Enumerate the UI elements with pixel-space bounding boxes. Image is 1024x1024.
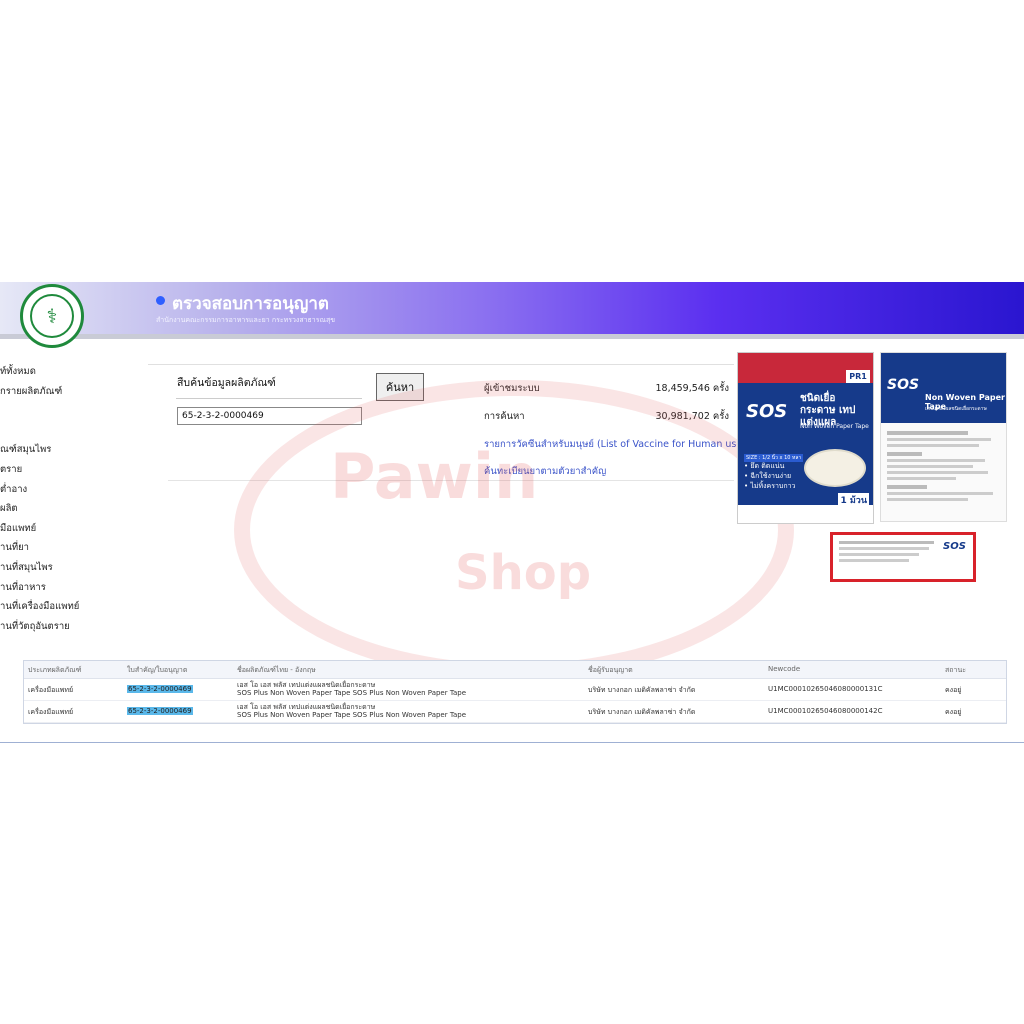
sidebar-item[interactable]: านที่ยา <box>0 540 140 560</box>
box-bottom <box>738 505 873 523</box>
content-divider <box>148 364 734 365</box>
watermark-oval <box>234 380 794 680</box>
ministry-logo-icon[interactable]: ⚕ <box>20 284 84 348</box>
newcode-cell: U1MC00010265046080000131C <box>768 685 883 693</box>
product-thai-name: เทปแต่งแผลชนิดเยื่อกระดาษ <box>925 406 987 412</box>
roll-count: 1 ม้วน <box>838 493 869 507</box>
newcode-cell: U1MC00010265046080000142C <box>768 707 883 715</box>
search-label: สืบค้นข้อมูลผลิตภัณฑ์ <box>177 377 276 389</box>
product-code-badge: PR1 <box>846 370 870 383</box>
column-header[interactable]: สถานะ <box>945 665 966 676</box>
column-header[interactable]: ใบสำคัญ/ใบอนุญาต <box>127 665 187 676</box>
sidebar-item[interactable]: ต่ำอาง <box>0 482 140 502</box>
header-divider <box>0 334 1024 339</box>
product-name-en-cell: SOS Plus Non Woven Paper Tape SOS Plus N… <box>237 689 467 697</box>
brand-logo: SOS <box>887 377 920 393</box>
box-fine-print <box>887 431 1002 504</box>
brand-logo: SOS <box>943 541 966 552</box>
sidebar-menu: ท์ทั้งหมด กรายผลิตภัณฑ์ ณฑ์สมุนไพร ตราย … <box>0 364 140 638</box>
sidebar-item[interactable]: านที่เครื่องมือแพทย์ <box>0 599 140 619</box>
watermark-text: Pawin <box>330 440 539 513</box>
sidebar-item[interactable]: ตราย <box>0 462 140 482</box>
product-box-side-image: SOS <box>830 532 976 582</box>
licensee-cell: บริษัท บางกอก เมดิคัลพลาซ่า จำกัด <box>588 708 696 716</box>
license-number-cell[interactable]: 65-2-3-2-0000469 <box>127 685 193 693</box>
license-number-cell[interactable]: 65-2-3-2-0000469 <box>127 707 193 715</box>
status-cell: คงอยู่ <box>945 686 962 694</box>
column-header[interactable]: ชื่อผลิตภัณฑ์ไทย - อังกฤษ <box>237 665 316 676</box>
page-subtitle: สำนักงานคณะกรรมการอาหารและยา กระทรวงสาธา… <box>156 316 336 324</box>
visitors-value: 18,459,546 ครั้ง <box>655 383 729 394</box>
caduceus-icon: ⚕ <box>30 294 74 338</box>
sidebar-item[interactable]: ณฑ์สมุนไพร <box>0 442 140 462</box>
results-table: ประเภทผลิตภัณฑ์ ใบสำคัญ/ใบอนุญาต ชื่อผลิ… <box>23 660 1007 724</box>
product-english-name: Non Woven Paper Tape <box>800 423 869 430</box>
sidebar-item[interactable]: มือแพทย์ <box>0 521 140 541</box>
product-name-en-cell: SOS Plus Non Woven Paper Tape SOS Plus N… <box>237 711 467 719</box>
sidebar-item[interactable] <box>0 403 140 423</box>
sidebar-item[interactable]: ท์ทั้งหมด <box>0 364 140 384</box>
brand-logo: SOS <box>746 401 788 422</box>
column-header[interactable]: Newcode <box>768 665 800 673</box>
table-row[interactable]: เครื่องมือแพทย์ 65-2-3-2-0000469 เอส โอ … <box>24 700 1006 723</box>
sidebar-item[interactable]: กรายผลิตภัณฑ์ <box>0 384 140 404</box>
box-side-fine-print <box>839 541 939 565</box>
table-header: ประเภทผลิตภัณฑ์ ใบสำคัญ/ใบอนุญาต ชื่อผลิ… <box>24 661 1006 679</box>
page-title: ตรวจสอบการอนุญาต <box>172 294 329 314</box>
sidebar-item[interactable] <box>0 423 140 443</box>
sidebar-item[interactable]: านที่อาหาร <box>0 580 140 600</box>
column-header[interactable]: ชื่อผู้รับอนุญาต <box>588 665 633 676</box>
search-label-underline <box>176 398 362 399</box>
licensee-cell: บริษัท บางกอก เมดิคัลพลาซ่า จำกัด <box>588 686 696 694</box>
sidebar-item[interactable]: านที่วัตถุอันตราย <box>0 619 140 639</box>
sidebar-item[interactable]: านที่สมุนไพร <box>0 560 140 580</box>
table-row[interactable]: เครื่องมือแพทย์ 65-2-3-2-0000469 เอส โอ … <box>24 678 1006 701</box>
product-type-cell: เครื่องมือแพทย์ <box>28 686 74 694</box>
product-features: • ยึด ติดแน่น • ฉีกใช้งานง่าย • ไม่ทิ้งค… <box>744 462 796 490</box>
sidebar-item[interactable]: ผลิต <box>0 501 140 521</box>
page-header <box>0 282 1024 334</box>
tape-roll-icon <box>804 449 866 487</box>
product-type-cell: เครื่องมือแพทย์ <box>28 708 74 716</box>
status-cell: คงอยู่ <box>945 708 962 716</box>
product-box-back-image: SOS Non Woven Paper Tape เทปแต่งแผลชนิดเ… <box>880 352 1007 522</box>
footer-divider <box>0 742 1024 743</box>
column-header[interactable]: ประเภทผลิตภัณฑ์ <box>28 665 81 676</box>
watermark-text: Shop <box>455 545 592 601</box>
product-box-front-image: PR1 SOS ชนิดเยื่อกระดาษ เทปแต่งแผล Non W… <box>737 352 874 524</box>
title-bullet-icon <box>156 296 165 305</box>
